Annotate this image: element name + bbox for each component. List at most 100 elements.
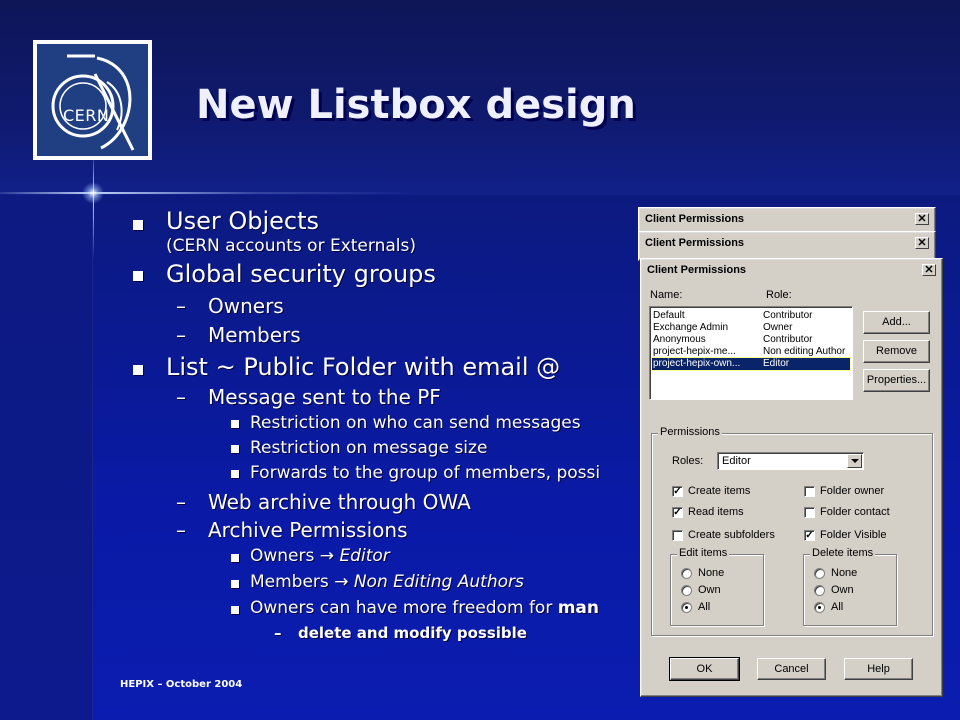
edit-none-label: None (698, 567, 725, 579)
cancel-button[interactable]: Cancel (757, 658, 826, 680)
roles-label: Roles: (672, 455, 704, 467)
bullet-user-objects-sub: (CERN accounts or Externals) (166, 236, 416, 256)
list-item-name: project-hepix-me... (653, 346, 736, 357)
role-editor: Editor (339, 546, 390, 566)
roles-select[interactable]: Editor (717, 452, 864, 470)
list-item-selected[interactable]: project-hepix-own... Editor (651, 357, 851, 371)
dash: – (176, 518, 186, 542)
list-item-role: Contributor (763, 334, 813, 345)
list-item-name: Default (653, 310, 685, 321)
bullet-members-authors: Members → Non Editing Authors (250, 572, 524, 592)
bullet-square (231, 554, 239, 562)
delete-none-radio[interactable] (814, 568, 825, 579)
list-item[interactable]: Exchange Admin Owner (652, 322, 850, 334)
list-item[interactable]: Anonymous Contributor (652, 334, 850, 346)
properties-button[interactable]: Properties... (863, 369, 930, 392)
bullet-square (133, 220, 143, 230)
add-button[interactable]: Add... (863, 311, 930, 334)
edit-none-radio[interactable] (681, 568, 692, 579)
bullet-web-archive: Web archive through OWA (208, 490, 471, 514)
folder-visible-label: Folder Visible (820, 529, 887, 541)
create-items-checkbox[interactable]: ✓ (672, 486, 683, 497)
bullet-delete-modify: delete and modify possible (298, 624, 527, 642)
dash: – (176, 323, 186, 347)
edit-all-label: All (698, 601, 711, 613)
folder-contact-checkbox[interactable] (804, 507, 815, 518)
chevron-down-icon[interactable] (847, 454, 862, 468)
edit-own-radio[interactable] (681, 585, 692, 596)
client-permissions-dialog[interactable]: Client Permissions ✕ Name: Role: Default… (640, 258, 943, 697)
bullet-owners-label: Owners (250, 546, 320, 566)
permissions-group-title: Permissions (658, 426, 722, 438)
footer: HEPIX – October 2004 (120, 679, 243, 690)
bullet-list-public-folder: List ~ Public Folder with email @ (166, 353, 561, 381)
edit-items-group: Edit items None Own All (670, 547, 764, 626)
remove-button[interactable]: Remove (863, 340, 930, 363)
list-item-role: Editor (763, 358, 790, 369)
dash: – (274, 624, 282, 642)
permissions-group: Permissions Roles: Editor ✓ Create items… (651, 426, 933, 636)
bullet-square (231, 470, 239, 478)
list-item[interactable]: Default Contributor (652, 310, 850, 322)
role-non-editing: Non Editing Authors (353, 572, 524, 592)
create-items-label: Create items (688, 485, 751, 497)
list-item-role: Non editing Author (763, 346, 846, 357)
bullet-square (231, 606, 239, 614)
list-item-name: Exchange Admin (653, 322, 729, 333)
close-icon[interactable]: ✕ (915, 213, 929, 225)
edit-all-radio[interactable] (681, 602, 692, 613)
bullet-square (231, 445, 239, 453)
bullet-members-label: Members (250, 572, 335, 592)
list-item-name: project-hepix-own... (653, 358, 741, 369)
list-item-name: Anonymous (653, 334, 706, 345)
bullet-square (133, 365, 143, 375)
ok-button[interactable]: OK (669, 657, 740, 681)
list-item-role: Owner (763, 322, 793, 333)
arrow-icon: → (334, 572, 349, 592)
bullet-owners-freedom: Owners can have more freedom for man (250, 598, 599, 618)
read-items-checkbox[interactable]: ✓ (672, 507, 683, 518)
client-permissions-dialog-back-2[interactable]: Client Permissions ✕ (638, 231, 936, 261)
delete-items-group: Delete items None Own All (803, 547, 897, 626)
delete-items-group-title: Delete items (810, 547, 876, 559)
folder-owner-label: Folder owner (820, 485, 885, 497)
bullet-square (231, 420, 239, 428)
edit-own-label: Own (698, 584, 721, 596)
bullet-message-sent: Message sent to the PF (208, 385, 441, 409)
edit-items-group-title: Edit items (677, 547, 730, 559)
bullet-restriction-size: Restriction on message size (250, 438, 488, 458)
folder-owner-checkbox[interactable] (804, 486, 815, 497)
read-items-label: Read items (688, 506, 744, 518)
close-icon[interactable]: ✕ (915, 237, 929, 249)
delete-own-radio[interactable] (814, 585, 825, 596)
dash: – (176, 490, 186, 514)
bullet-owners-editor: Owners → Editor (250, 546, 390, 566)
dialog-titlebar: Client Permissions (642, 235, 932, 252)
create-subfolders-label: Create subfolders (688, 529, 775, 541)
delete-all-radio[interactable] (814, 602, 825, 613)
role-column-label: Role: (766, 289, 792, 301)
dialog-titlebar: Client Permissions (644, 262, 939, 279)
name-column-label: Name: (650, 289, 683, 301)
bullet-freedom-label: Owners can have more freedom for (250, 598, 558, 618)
help-button[interactable]: Help (844, 658, 913, 680)
delete-all-label: All (831, 601, 844, 613)
bullet-forwards: Forwards to the group of members, possi (250, 463, 601, 483)
bullet-owners: Owners (208, 294, 284, 318)
folder-visible-checkbox[interactable]: ✓ (804, 530, 815, 541)
list-item-role: Contributor (763, 310, 813, 321)
bullet-archive-permissions: Archive Permissions (208, 518, 408, 542)
roles-select-value: Editor (722, 455, 751, 467)
create-subfolders-checkbox[interactable] (672, 530, 683, 541)
permissions-listbox[interactable]: Default Contributor Exchange Admin Owner A… (649, 306, 853, 400)
bullet-square (133, 271, 143, 281)
dash: – (176, 385, 186, 409)
close-icon[interactable]: ✕ (922, 264, 936, 276)
list-item[interactable]: project-hepix-me... Non editing Author (652, 346, 850, 358)
dialog-titlebar: Client Permissions (642, 211, 932, 228)
delete-none-label: None (831, 567, 858, 579)
bullet-square (231, 580, 239, 588)
bullet-restriction-who: Restriction on who can send messages (250, 413, 581, 433)
bullet-members: Members (208, 323, 301, 347)
delete-own-label: Own (831, 584, 854, 596)
